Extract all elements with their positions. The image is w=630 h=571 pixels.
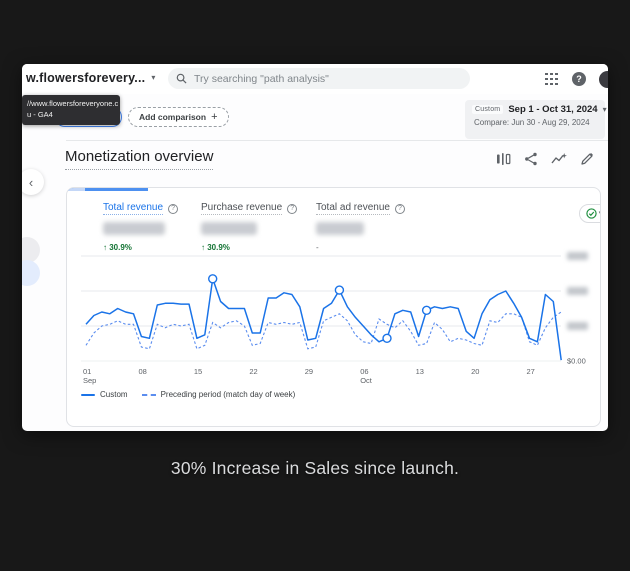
legend-swatch-dashed bbox=[142, 394, 156, 396]
chevron-down-icon: ▾ bbox=[603, 106, 607, 114]
legend-item-preceding: Preceding period (match day of week) bbox=[142, 390, 296, 399]
x-axis-tick: 13 bbox=[416, 367, 424, 376]
preceding-period-line bbox=[86, 312, 561, 349]
y-axis-label-redacted bbox=[567, 322, 588, 330]
y-axis-label-redacted bbox=[567, 287, 588, 295]
apps-grid-icon[interactable] bbox=[545, 73, 558, 86]
report-actions bbox=[496, 152, 594, 166]
x-axis-tick: 20 bbox=[471, 367, 479, 376]
share-icon[interactable] bbox=[524, 152, 538, 166]
x-axis-tick: 22 bbox=[249, 367, 257, 376]
y-axis-label-redacted bbox=[567, 252, 588, 260]
search-input[interactable]: Try searching "path analysis" bbox=[168, 68, 470, 89]
search-icon bbox=[176, 73, 187, 84]
x-axis-tick-month: Oct bbox=[360, 376, 373, 385]
date-range-value: Sep 1 - Oct 31, 2024 bbox=[508, 104, 597, 115]
search-placeholder: Try searching "path analysis" bbox=[194, 73, 329, 85]
analytics-window: w.flowersforevery... ▾ Try searching "pa… bbox=[22, 64, 608, 431]
date-range-picker[interactable]: Custom Sep 1 - Oct 31, 2024 ▾ Compare: J… bbox=[465, 100, 605, 139]
x-axis-tick: 27 bbox=[527, 367, 535, 376]
topbar-actions: ? bbox=[545, 64, 608, 94]
plus-icon: + bbox=[211, 112, 217, 123]
x-axis-tick: 08 bbox=[138, 367, 146, 376]
add-comparison-button[interactable]: Add comparison + bbox=[128, 107, 229, 127]
legend-label: Preceding period (match day of week) bbox=[161, 390, 296, 399]
cards-view-icon[interactable] bbox=[496, 152, 511, 166]
chevron-down-icon: ▾ bbox=[151, 74, 155, 82]
anomaly-marker bbox=[423, 306, 431, 314]
sidebar-nav-icon-active[interactable] bbox=[22, 260, 40, 286]
header-divider bbox=[66, 140, 608, 141]
property-tooltip: //www.flowersforeveryone.c u - GA4 bbox=[22, 95, 120, 125]
x-axis-tick: 01 bbox=[83, 367, 91, 376]
date-compare-value: Compare: Jun 30 - Aug 29, 2024 bbox=[474, 118, 598, 127]
add-comparison-label: Add comparison bbox=[139, 112, 206, 122]
page-title: Monetization overview bbox=[65, 148, 213, 170]
presentation-frame: w.flowersforevery... ▾ Try searching "pa… bbox=[0, 0, 630, 571]
date-range-row: Custom Sep 1 - Oct 31, 2024 ▾ bbox=[472, 104, 598, 115]
insights-icon[interactable] bbox=[551, 152, 567, 166]
property-name: w.flowersforevery... bbox=[26, 71, 145, 85]
tooltip-line-1: //www.flowersforeveryone.c bbox=[27, 99, 115, 110]
x-axis-tick: 15 bbox=[194, 367, 202, 376]
x-axis-tick: 29 bbox=[305, 367, 313, 376]
anomaly-marker bbox=[383, 334, 391, 342]
chevron-left-icon: ‹ bbox=[29, 175, 33, 190]
anomaly-marker bbox=[209, 275, 217, 283]
top-app-bar: w.flowersforevery... ▾ Try searching "pa… bbox=[22, 64, 608, 94]
y-axis-zero-label: $0.00 bbox=[567, 357, 586, 366]
slide-caption: 30% Increase in Sales since launch. bbox=[0, 458, 630, 479]
tooltip-line-2: u - GA4 bbox=[27, 110, 115, 121]
legend-swatch-solid bbox=[81, 394, 95, 396]
legend-label: Custom bbox=[100, 390, 128, 399]
legend-item-custom: Custom bbox=[81, 390, 128, 399]
monetization-overview-card: Total revenue ? ↑ 30.9% Purchase revenue… bbox=[66, 187, 601, 427]
collapse-sidebar-button[interactable]: ‹ bbox=[22, 169, 44, 195]
edit-pencil-icon[interactable] bbox=[580, 152, 594, 166]
avatar[interactable] bbox=[599, 71, 608, 88]
anomaly-marker bbox=[335, 286, 343, 294]
x-axis-tick-month: Sep bbox=[83, 376, 96, 385]
x-axis-tick: 06 bbox=[360, 367, 368, 376]
chart-legend: Custom Preceding period (match day of we… bbox=[81, 390, 295, 399]
property-selector[interactable]: w.flowersforevery... ▾ bbox=[26, 71, 155, 85]
date-range-badge: Custom bbox=[472, 105, 503, 114]
help-icon[interactable]: ? bbox=[572, 72, 586, 86]
